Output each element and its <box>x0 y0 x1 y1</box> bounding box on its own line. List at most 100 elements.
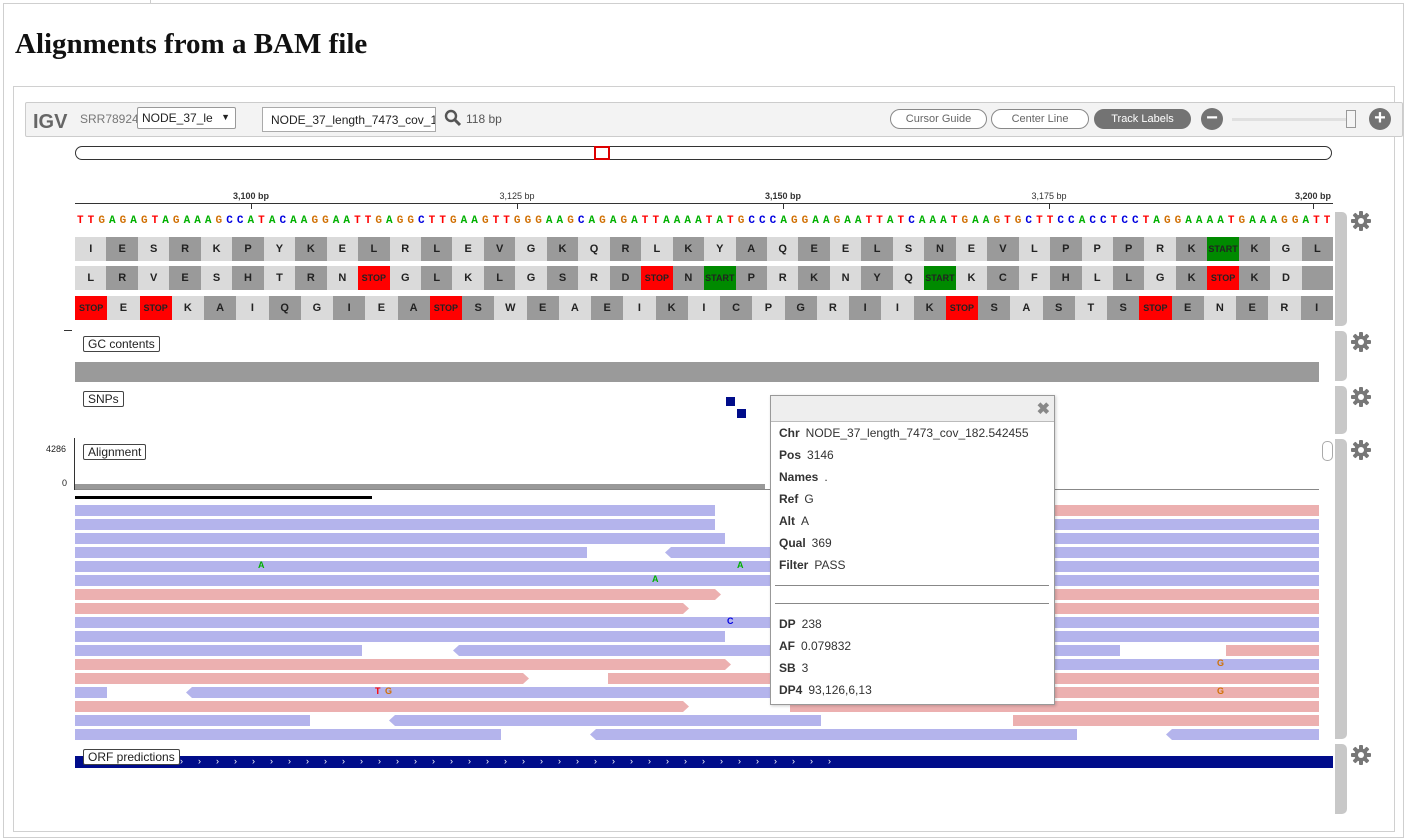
cursor-guide-button[interactable]: Cursor Guide <box>890 109 987 129</box>
sequence-track-gear-icon[interactable] <box>1350 210 1372 232</box>
popup-value: 3146 <box>807 448 834 462</box>
read[interactable] <box>75 561 770 572</box>
amino-acid-cell: K <box>171 296 204 320</box>
zoom-slider-track[interactable] <box>1232 118 1352 121</box>
snp-marker[interactable] <box>726 397 735 406</box>
read[interactable] <box>75 673 529 684</box>
sequence-base: A <box>343 215 351 227</box>
read[interactable] <box>75 519 715 530</box>
chromosome-select[interactable]: NODE_37_le ▼ <box>137 107 236 129</box>
read[interactable] <box>75 729 501 740</box>
coverage-min-label: 0 <box>62 478 68 488</box>
alignment-scroll-thumb[interactable] <box>1322 441 1333 461</box>
popup-key: Filter <box>779 558 809 572</box>
snps-track-scrollbar[interactable] <box>1335 386 1347 434</box>
read[interactable] <box>1053 673 1319 684</box>
snp-marker[interactable] <box>737 409 746 418</box>
amino-acid-cell: I <box>333 296 366 320</box>
orf-track-scrollbar[interactable] <box>1335 744 1347 814</box>
alignment-track-gear-icon[interactable] <box>1350 439 1372 461</box>
gc-track-gear-icon[interactable] <box>1350 331 1372 353</box>
sequence-base: G <box>215 215 223 227</box>
close-icon[interactable]: ✖ <box>1037 399 1050 419</box>
zoom-in-button[interactable]: + <box>1369 108 1391 130</box>
orf-track-gear-icon[interactable] <box>1350 744 1372 766</box>
amino-acid-cell: A <box>735 237 767 261</box>
snps-track-gear-icon[interactable] <box>1350 386 1372 408</box>
sequence-base: A <box>695 215 702 227</box>
read[interactable] <box>608 673 770 684</box>
read[interactable] <box>186 687 770 698</box>
read[interactable] <box>453 645 770 656</box>
read[interactable] <box>75 701 689 712</box>
popup-row-qual: Qual 369 <box>779 536 832 550</box>
read[interactable] <box>75 505 715 516</box>
sequence-base: A <box>108 215 116 227</box>
amino-acid-cell: Q <box>578 237 610 261</box>
read[interactable] <box>1053 687 1319 698</box>
read[interactable] <box>1226 645 1319 656</box>
sequence-base: T <box>897 215 905 227</box>
sequence-base: T <box>652 215 660 227</box>
read[interactable] <box>75 533 725 544</box>
read[interactable] <box>75 715 310 726</box>
zoom-out-button[interactable]: − <box>1201 108 1223 130</box>
amino-acid-cell: I <box>623 296 656 320</box>
read[interactable] <box>75 687 107 698</box>
read[interactable] <box>1053 519 1319 530</box>
sequence-base: A <box>183 215 191 227</box>
read[interactable] <box>665 547 770 558</box>
read[interactable] <box>75 603 689 614</box>
read[interactable] <box>1053 561 1319 572</box>
amino-acid-cell: E <box>591 296 624 320</box>
popup-key: SB <box>779 661 796 675</box>
gc-track-scrollbar[interactable] <box>1335 331 1347 381</box>
read[interactable] <box>1013 715 1319 726</box>
dropdown-arrow-icon: ▼ <box>221 112 230 122</box>
read[interactable] <box>389 715 821 726</box>
sequence-base: T <box>364 215 372 227</box>
read[interactable] <box>1053 617 1319 628</box>
track-labels-button[interactable]: Track Labels <box>1094 109 1191 129</box>
amino-acid-cell: E <box>798 237 830 261</box>
read[interactable] <box>1053 659 1319 670</box>
chromosome-ideogram[interactable] <box>75 146 1332 160</box>
read[interactable] <box>75 645 362 656</box>
sequence-base: A <box>940 215 947 227</box>
amino-acid-cell: N <box>924 237 956 261</box>
read[interactable] <box>1053 603 1319 614</box>
sequence-base: G <box>567 215 574 227</box>
read[interactable] <box>1053 631 1319 642</box>
read[interactable] <box>75 575 770 586</box>
orf-feature[interactable]: › › › › › › › › › › › › › › › › › › › › … <box>75 756 1333 768</box>
read[interactable] <box>75 659 731 670</box>
sequence-track-scrollbar[interactable] <box>1335 212 1347 326</box>
locus-search-input[interactable]: NODE_37_length_7473_cov_1 <box>262 107 436 132</box>
sequence-base: A <box>332 215 340 227</box>
read[interactable] <box>75 631 725 642</box>
sequence-base: G <box>396 215 404 227</box>
read[interactable] <box>1053 547 1319 558</box>
read[interactable] <box>75 547 587 558</box>
read[interactable] <box>1053 589 1319 600</box>
read[interactable] <box>1053 505 1319 516</box>
sequence-base: G <box>524 215 532 227</box>
read[interactable] <box>1053 533 1319 544</box>
amino-acid-cell: STOP <box>1139 296 1172 320</box>
amino-acid-cell: G <box>515 266 547 290</box>
center-line-button[interactable]: Center Line <box>991 109 1089 129</box>
zoom-slider-thumb[interactable] <box>1346 110 1356 128</box>
popup-row-pos: Pos 3146 <box>779 448 834 462</box>
read[interactable] <box>590 729 1077 740</box>
translation-frame-3: STOP E STOP K A I Q G I E A STOP S W E A E I K I C P G R I I K STOP… <box>75 296 1333 320</box>
read[interactable] <box>1053 575 1319 586</box>
alignment-track-scrollbar[interactable] <box>1335 439 1347 739</box>
read[interactable] <box>1053 645 1120 656</box>
popup-key: Qual <box>779 536 806 550</box>
read[interactable] <box>75 617 770 628</box>
read[interactable] <box>75 589 721 600</box>
search-icon[interactable] <box>444 109 462 132</box>
sequence-base: T <box>428 215 436 227</box>
popup-value: 369 <box>811 536 832 550</box>
read[interactable] <box>1166 729 1319 740</box>
